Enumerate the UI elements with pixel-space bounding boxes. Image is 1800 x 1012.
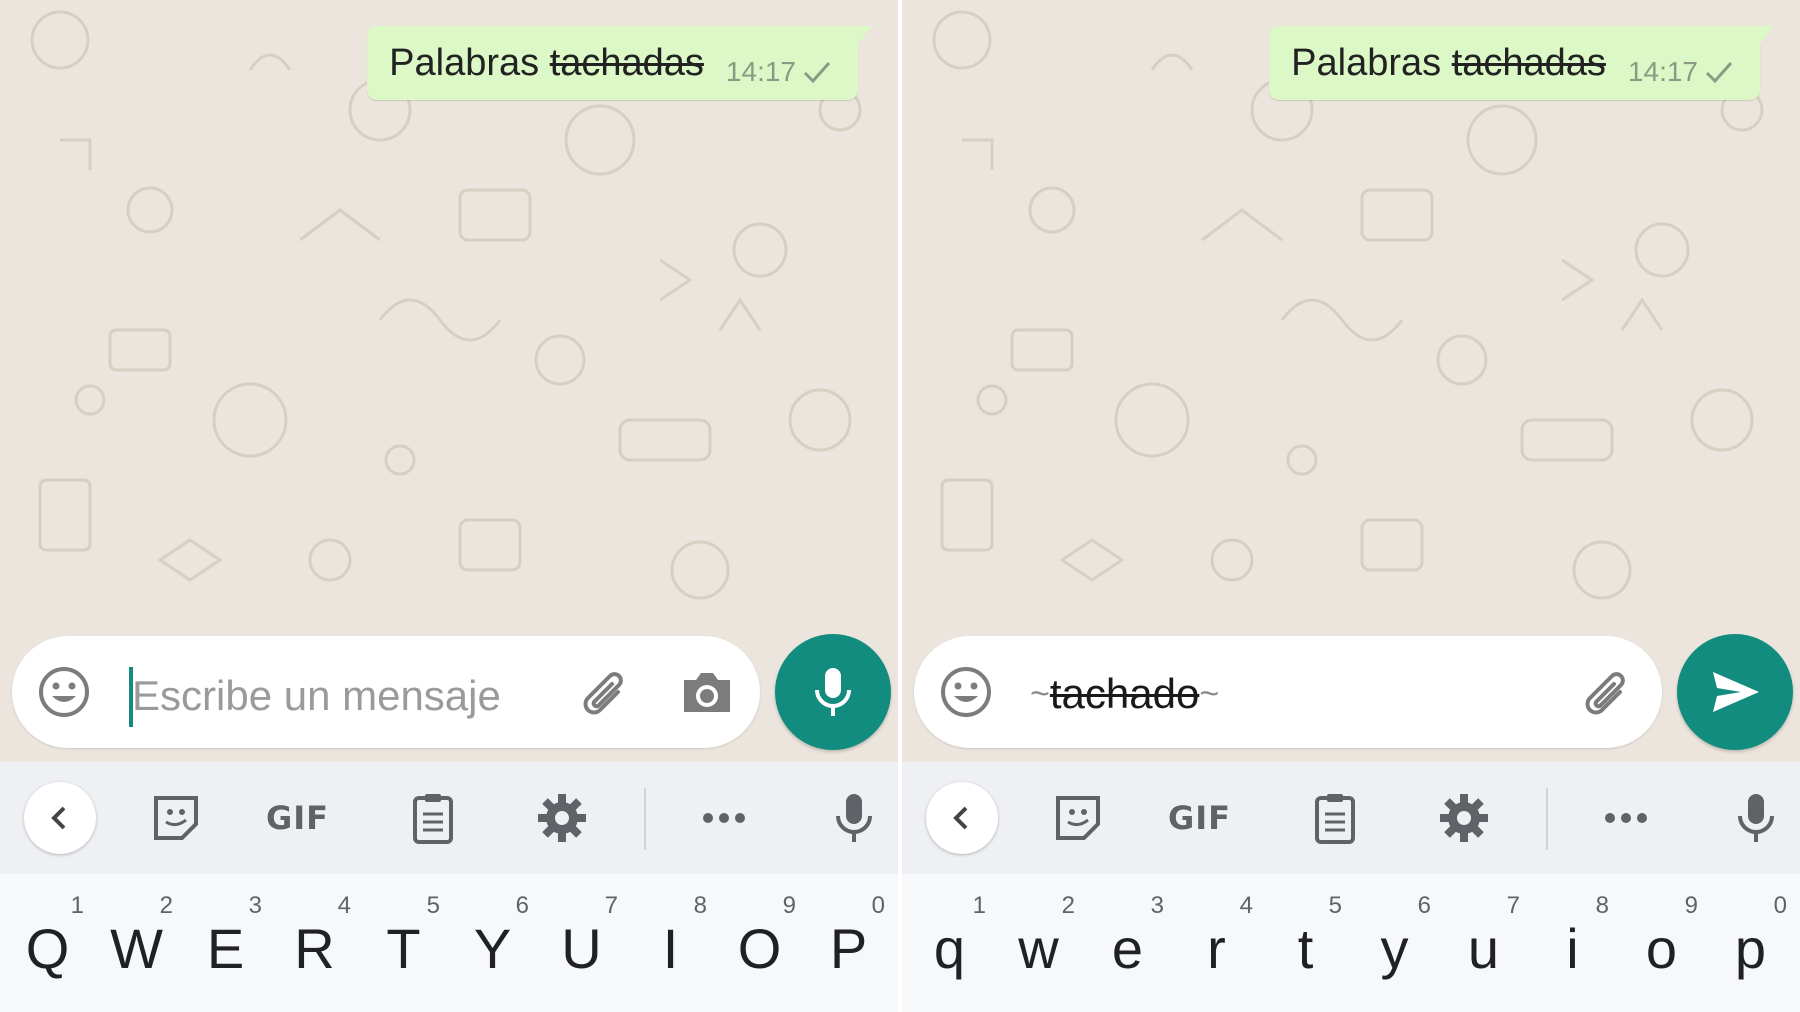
gif-button[interactable]: GIF xyxy=(266,794,346,842)
key-q[interactable]: 1q xyxy=(905,874,994,1012)
key-u[interactable]: 7u xyxy=(1439,874,1528,1012)
key-r[interactable]: 4R xyxy=(270,874,359,1012)
message-strikethrough: tachadas xyxy=(549,41,704,84)
sticker-icon[interactable] xyxy=(1050,790,1106,846)
send-button[interactable] xyxy=(1677,634,1793,750)
sent-message-bubble[interactable]: Palabras tachadas 14:17 xyxy=(367,26,872,100)
back-button[interactable] xyxy=(24,782,96,854)
keyboard-toolbar: GIF xyxy=(0,762,898,874)
voice-input-icon[interactable] xyxy=(1728,790,1784,846)
key-y[interactable]: 6Y xyxy=(448,874,537,1012)
mic-button[interactable] xyxy=(775,634,891,750)
key-label: p xyxy=(1734,917,1767,980)
key-label: E xyxy=(206,917,245,980)
sent-message-bubble[interactable]: Palabras tachadas 14:17 xyxy=(1269,26,1774,100)
key-label: u xyxy=(1467,917,1500,980)
key-label: r xyxy=(1207,917,1226,980)
key-e[interactable]: 3e xyxy=(1083,874,1172,1012)
message-composer: ~ tachado ~ xyxy=(914,636,1662,748)
sent-check-icon xyxy=(803,62,831,84)
back-button[interactable] xyxy=(926,782,998,854)
message-meta: 14:17 xyxy=(1628,56,1734,88)
key-e[interactable]: 3E xyxy=(181,874,270,1012)
screenshot-left: Palabras tachadas 14:17 Escribe un mensa… xyxy=(0,0,898,1012)
settings-gear-icon[interactable] xyxy=(1436,790,1492,846)
screenshot-right: Palabras tachadas 14:17 ~ tachado ~ GIF 1q… xyxy=(902,0,1800,1012)
key-t[interactable]: 5T xyxy=(359,874,448,1012)
key-label: T xyxy=(386,917,421,980)
key-label: R xyxy=(294,917,335,980)
emoji-icon[interactable] xyxy=(938,664,994,720)
more-options-icon[interactable] xyxy=(1598,790,1654,846)
message-composer: Escribe un mensaje xyxy=(12,636,760,748)
keyboard-row: 1Q 2W 3E 4R 5T 6Y 7U 8I 9O 0P xyxy=(0,874,898,1012)
clipboard-icon[interactable] xyxy=(1307,790,1363,846)
message-strikethrough: tachadas xyxy=(1451,41,1606,84)
toolbar-divider xyxy=(1546,788,1548,850)
message-input[interactable]: ~ tachado ~ xyxy=(1030,666,1219,722)
message-time: 14:17 xyxy=(725,56,796,87)
message-time: 14:17 xyxy=(1627,56,1698,87)
send-icon xyxy=(1713,672,1759,712)
key-label: I xyxy=(662,917,679,980)
key-p[interactable]: 0P xyxy=(804,874,893,1012)
key-label: Y xyxy=(473,917,512,980)
sent-check-icon xyxy=(1705,62,1733,84)
key-label: Q xyxy=(25,917,70,980)
chevron-left-icon xyxy=(51,806,66,830)
voice-input-icon[interactable] xyxy=(826,790,882,846)
strike-marker-close: ~ xyxy=(1199,674,1220,713)
more-options-icon[interactable] xyxy=(696,790,752,846)
settings-gear-icon[interactable] xyxy=(534,790,590,846)
attach-icon[interactable] xyxy=(1574,662,1634,722)
typed-text: tachado xyxy=(1049,670,1200,717)
key-label: W xyxy=(110,917,163,980)
key-i[interactable]: 8i xyxy=(1528,874,1617,1012)
key-label: y xyxy=(1380,917,1409,980)
message-plain: Palabras xyxy=(389,41,550,84)
key-y[interactable]: 6y xyxy=(1350,874,1439,1012)
message-text: Palabras tachadas xyxy=(389,42,704,85)
key-label: P xyxy=(829,917,868,980)
bubble-tail xyxy=(858,26,872,44)
strike-marker-open: ~ xyxy=(1030,674,1050,713)
gif-button[interactable]: GIF xyxy=(1168,794,1248,842)
key-u[interactable]: 7U xyxy=(537,874,626,1012)
keyboard-toolbar: GIF xyxy=(902,762,1800,874)
message-meta: 14:17 xyxy=(726,56,832,88)
sticker-icon[interactable] xyxy=(148,790,204,846)
key-label: e xyxy=(1111,917,1144,980)
key-label: i xyxy=(1566,917,1579,980)
clipboard-icon[interactable] xyxy=(405,790,461,846)
key-o[interactable]: 9O xyxy=(715,874,804,1012)
key-t[interactable]: 5t xyxy=(1261,874,1350,1012)
key-w[interactable]: 2w xyxy=(994,874,1083,1012)
key-i[interactable]: 8I xyxy=(626,874,715,1012)
attach-icon[interactable] xyxy=(572,662,632,722)
message-text: Palabras tachadas xyxy=(1291,42,1606,85)
key-w[interactable]: 2W xyxy=(92,874,181,1012)
bubble-tail xyxy=(1760,26,1774,44)
key-q[interactable]: 1Q xyxy=(3,874,92,1012)
key-label: U xyxy=(561,917,602,980)
key-o[interactable]: 9o xyxy=(1617,874,1706,1012)
key-label: O xyxy=(737,917,782,980)
mic-icon xyxy=(815,668,851,716)
key-label: w xyxy=(1018,917,1059,980)
message-plain: Palabras xyxy=(1291,41,1452,84)
camera-icon[interactable] xyxy=(678,664,736,720)
key-p[interactable]: 0p xyxy=(1706,874,1795,1012)
chevron-left-icon xyxy=(953,806,968,830)
key-label: t xyxy=(1297,917,1314,980)
key-r[interactable]: 4r xyxy=(1172,874,1261,1012)
emoji-icon[interactable] xyxy=(36,664,92,720)
message-input[interactable]: Escribe un mensaje xyxy=(132,668,501,724)
key-label: q xyxy=(933,917,966,980)
toolbar-divider xyxy=(644,788,646,850)
keyboard-row: 1q 2w 3e 4r 5t 6y 7u 8i 9o 0p xyxy=(902,874,1800,1012)
key-label: o xyxy=(1645,917,1678,980)
